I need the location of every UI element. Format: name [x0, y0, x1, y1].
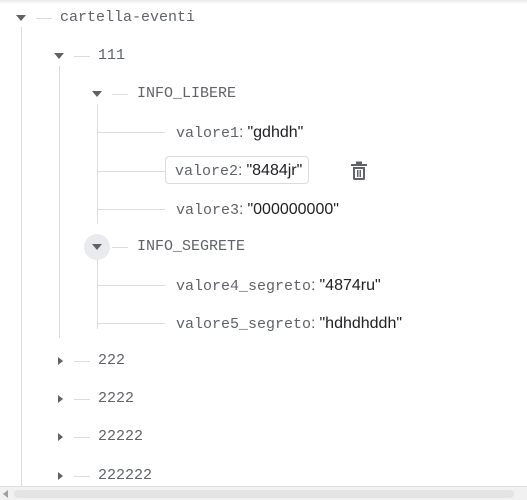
tree-connector — [97, 132, 165, 133]
leaf-colon: : — [239, 124, 244, 141]
caret-right-icon — [57, 357, 63, 365]
expand-toggle-2222[interactable] — [46, 386, 72, 412]
tree-connector — [74, 361, 90, 362]
leaf-value: "gdhdh" — [247, 124, 304, 141]
caret-down-icon — [54, 53, 64, 59]
tree-connector — [74, 399, 90, 400]
leaf-value: "4874ru" — [319, 277, 381, 294]
expand-toggle-22222[interactable] — [46, 424, 72, 450]
caret-down-icon — [92, 91, 102, 97]
leaf-colon: : — [238, 162, 243, 179]
node-key-info-libere[interactable]: INFO_LIBERE — [137, 82, 236, 106]
caret-right-icon — [57, 395, 63, 403]
tree-connector — [36, 18, 52, 19]
tree-guide-info-libere — [97, 104, 98, 224]
collapse-toggle-111[interactable] — [46, 43, 72, 69]
tree-connector — [74, 476, 90, 477]
realtime-database-tree: cartella-eventi 111 INFO_LIBERE valore1:… — [0, 0, 527, 486]
leaf-valore1[interactable]: valore1: "gdhdh" — [170, 118, 309, 146]
node-key-root[interactable]: cartella-eventi — [60, 6, 195, 30]
leaf-colon: : — [239, 201, 244, 218]
caret-right-icon — [57, 433, 63, 441]
tree-connector — [97, 171, 165, 172]
node-key-222[interactable]: 222 — [98, 349, 125, 373]
scrollbar-thumb[interactable] — [14, 490, 514, 498]
top-shadow — [0, 0, 527, 4]
collapse-toggle-root[interactable] — [8, 5, 34, 31]
scroll-left-arrow-icon[interactable] — [3, 490, 8, 498]
tree-guide-111 — [59, 66, 60, 338]
leaf-valore5-segreto[interactable]: valore5_segreto: "hdhdhddh" — [170, 309, 408, 337]
collapse-toggle-info-libere[interactable] — [84, 81, 110, 107]
leaf-valore3[interactable]: valore3: "000000000" — [170, 195, 345, 223]
tree-connector — [74, 56, 90, 57]
leaf-key: valore4_segreto — [176, 278, 312, 295]
horizontal-scrollbar[interactable] — [0, 486, 527, 500]
caret-right-icon — [57, 472, 63, 480]
leaf-value: "hdhdhddh" — [319, 315, 403, 332]
expand-toggle-222222[interactable] — [46, 463, 72, 486]
leaf-colon: : — [311, 277, 316, 294]
caret-down-icon — [92, 244, 102, 250]
caret-down-icon — [16, 15, 26, 21]
expand-toggle-222[interactable] — [46, 348, 72, 374]
leaf-key: valore3 — [176, 202, 240, 219]
tree-connector — [97, 323, 165, 324]
tree-guide-root — [21, 27, 22, 486]
leaf-key: valore5_segreto — [176, 316, 312, 333]
tree-guide-info-segrete — [97, 257, 98, 329]
node-key-222222[interactable]: 222222 — [98, 464, 152, 486]
leaf-value: "8484jr" — [246, 162, 303, 179]
node-key-111[interactable]: 111 — [98, 44, 125, 68]
leaf-valore4-segreto[interactable]: valore4_segreto: "4874ru" — [170, 271, 387, 299]
trash-icon[interactable] — [350, 161, 368, 181]
node-key-22222[interactable]: 22222 — [98, 425, 143, 449]
collapse-toggle-info-segrete[interactable] — [84, 234, 110, 260]
leaf-key: valore1 — [176, 125, 240, 142]
leaf-valore2[interactable]: valore2: "8484jr" — [165, 156, 310, 184]
tree-connector — [74, 437, 90, 438]
leaf-key: valore2 — [175, 163, 239, 180]
node-key-2222[interactable]: 2222 — [98, 387, 134, 411]
tree-connector — [112, 94, 128, 95]
tree-connector — [112, 247, 128, 248]
tree-connector — [97, 285, 165, 286]
leaf-value: "000000000" — [247, 201, 339, 218]
leaf-colon: : — [311, 315, 316, 332]
tree-connector — [97, 209, 165, 210]
node-key-info-segrete[interactable]: INFO_SEGRETE — [137, 235, 245, 259]
